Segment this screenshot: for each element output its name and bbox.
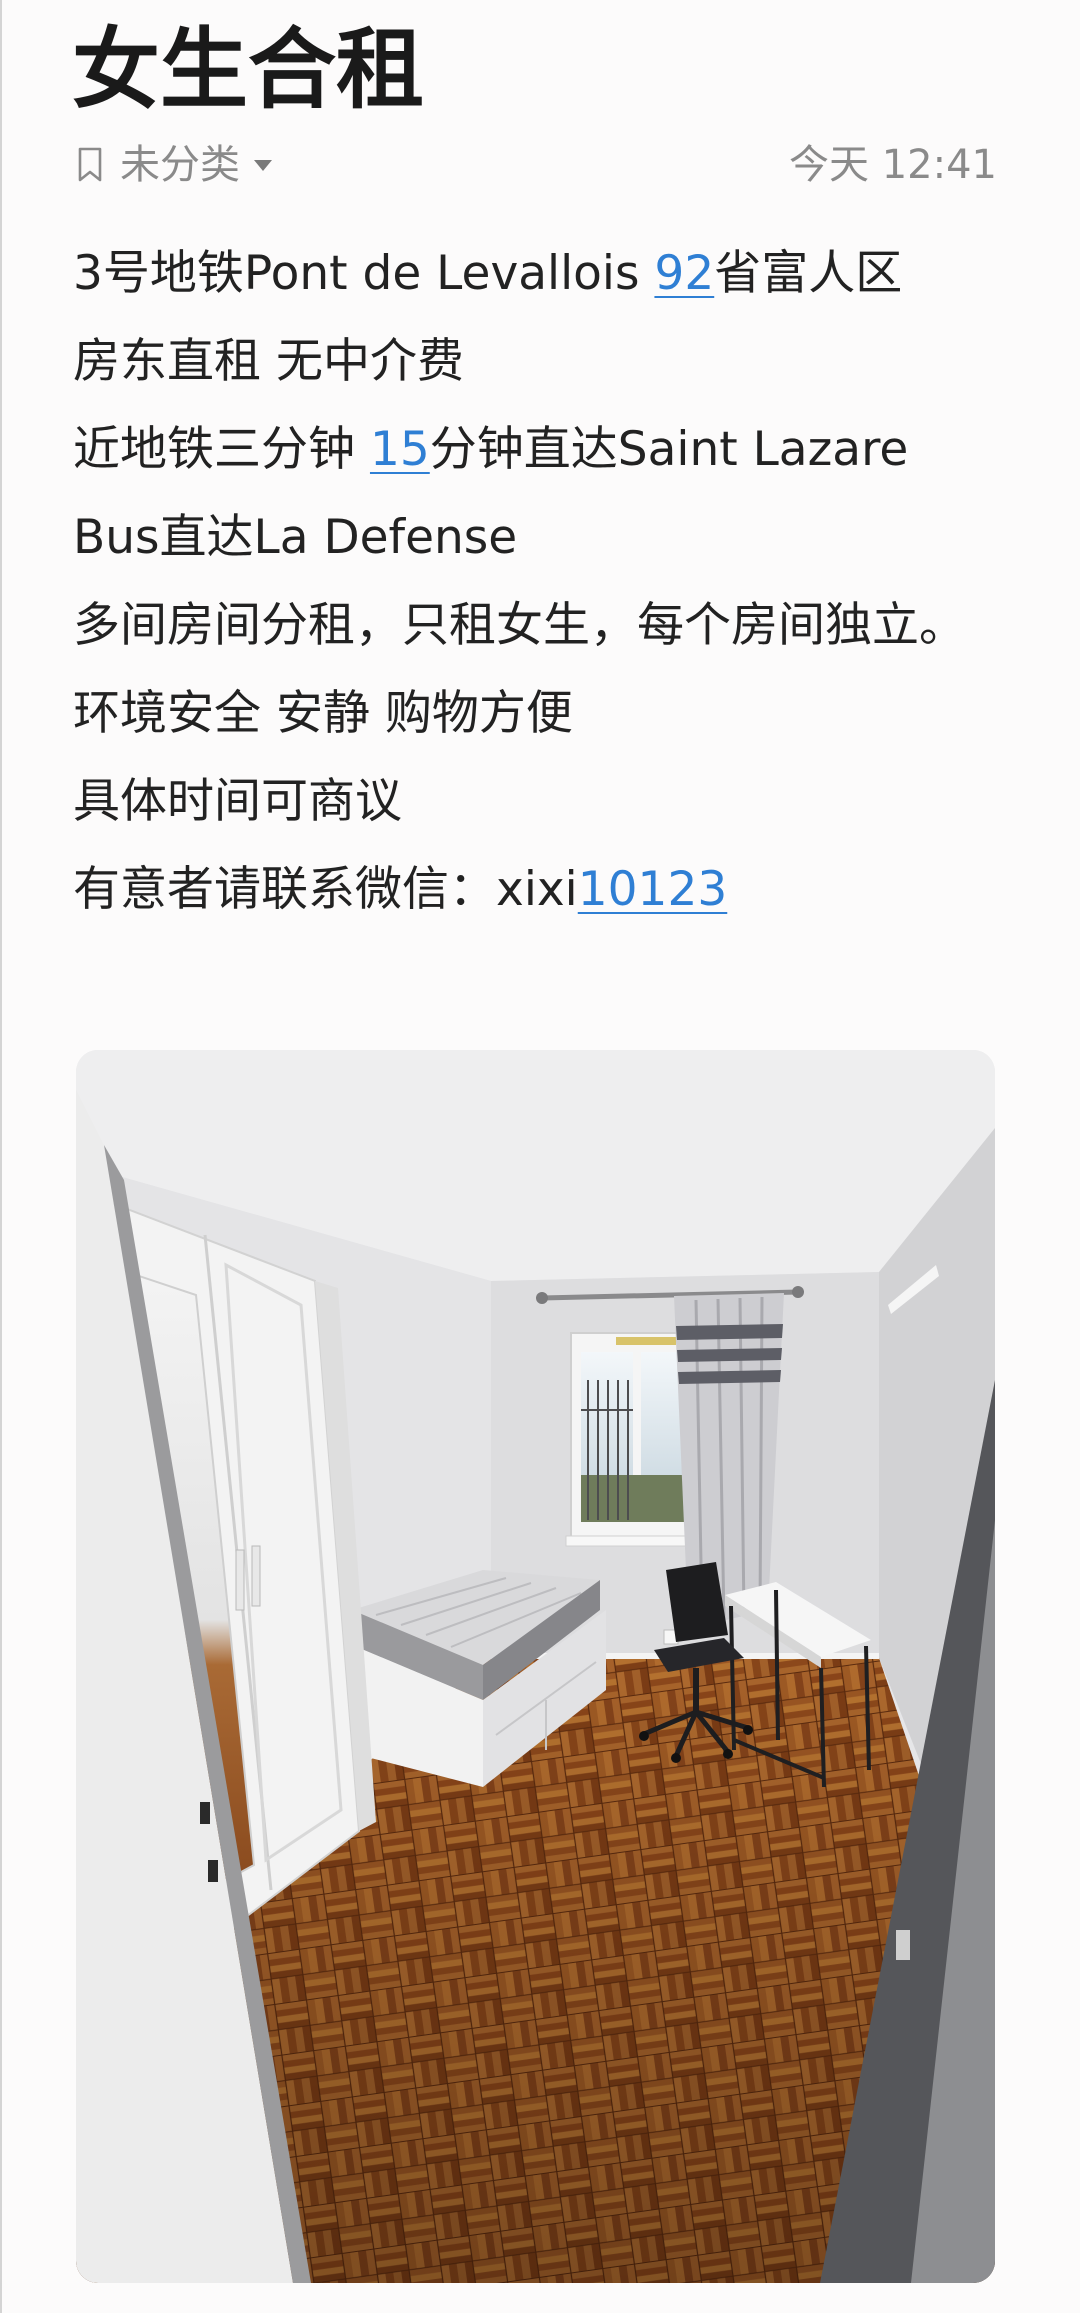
body-line-1: 3号地铁Pont de Levallois 92省富人区	[73, 230, 1033, 318]
body-line-6: 环境安全 安静 购物方便	[73, 670, 1033, 758]
body-text: 环境安全 安静 购物方便	[73, 686, 573, 741]
body-text: Bus直达La Defense	[73, 510, 518, 565]
body-line-7: 具体时间可商议	[73, 758, 1033, 846]
wardrobe-handle	[235, 1549, 245, 1611]
door-hinge	[200, 1802, 210, 1824]
body-text: 房东直租 无中介费	[73, 334, 464, 389]
body-text: 具体时间可商议	[73, 774, 402, 829]
chair-wheel	[723, 1749, 733, 1759]
room-photo-scene	[76, 1050, 995, 2283]
body-line-2: 房东直租 无中介费	[73, 318, 1033, 406]
chair-wheel	[743, 1725, 753, 1735]
curtain-rod-finial	[792, 1286, 804, 1298]
body-text: 3号地铁Pont de Levallois	[73, 246, 655, 301]
note-body[interactable]: 3号地铁Pont de Levallois 92省富人区 房东直租 无中介费 近…	[73, 230, 1033, 934]
body-text: 分钟直达Saint Lazare	[429, 422, 909, 477]
number-link-10123[interactable]: 10123	[578, 862, 728, 917]
note-meta-row: 未分类 今天 12:41	[76, 140, 997, 190]
door-hinge	[208, 1860, 218, 1882]
chair-wheel	[671, 1753, 681, 1763]
curtain-rod-finial	[536, 1292, 548, 1304]
wardrobe-handle	[251, 1545, 261, 1607]
number-link-15[interactable]: 15	[370, 422, 430, 477]
body-line-5: 多间房间分租，只租女生，每个房间独立。	[73, 582, 1033, 670]
body-text: 近地铁三分钟	[73, 422, 370, 477]
category-dropdown[interactable]: 未分类	[76, 140, 272, 190]
note-timestamp: 今天 12:41	[789, 142, 997, 188]
curtain-stripe	[678, 1370, 781, 1384]
dropdown-triangle-icon	[254, 160, 272, 171]
left-edge-divider	[0, 0, 2, 2313]
room-photo[interactable]	[76, 1050, 995, 2283]
body-line-8: 有意者请联系微信：xixi10123	[73, 846, 1033, 934]
body-line-3: 近地铁三分钟 15分钟直达Saint Lazare	[73, 406, 1033, 494]
body-text: 有意者请联系微信：xixi	[73, 862, 578, 917]
body-text: 省富人区	[714, 246, 903, 301]
note-screen: 女生合租 未分类 今天 12:41 3号地铁Pont de Levallois …	[0, 0, 1080, 2313]
curtain-stripe	[676, 1324, 783, 1340]
body-text: 多间房间分租，只租女生，每个房间独立。	[73, 598, 966, 653]
body-line-4: Bus直达La Defense	[73, 494, 1033, 582]
chair-wheel	[639, 1731, 649, 1741]
curtain-stripe	[677, 1348, 782, 1362]
door-latch	[896, 1930, 910, 1960]
number-link-92[interactable]: 92	[654, 246, 714, 301]
bookmark-icon	[78, 147, 102, 182]
category-label: 未分类	[120, 142, 240, 188]
window-vent	[616, 1337, 676, 1345]
note-title[interactable]: 女生合租	[72, 18, 424, 122]
